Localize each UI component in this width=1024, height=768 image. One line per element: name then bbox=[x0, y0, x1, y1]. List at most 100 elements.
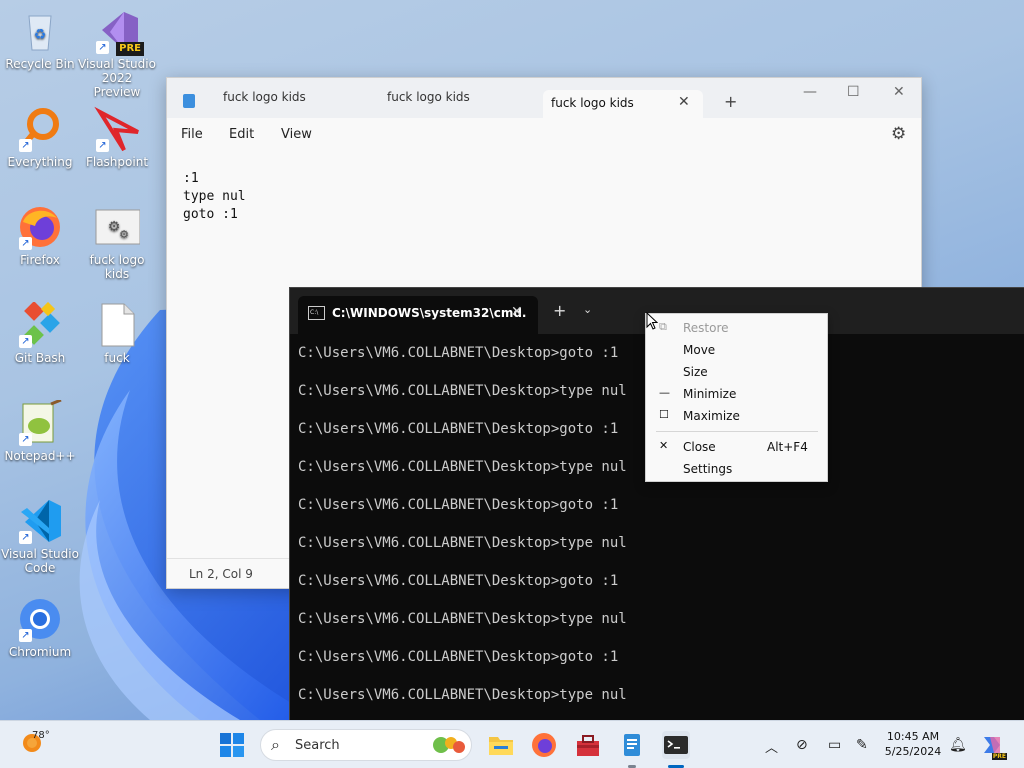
desktop-icon-git-bash[interactable]: ↗ Git Bash bbox=[0, 301, 80, 365]
notepad-menubar: File Edit View ⚙ bbox=[167, 118, 921, 152]
search-icon: ⌕ bbox=[271, 735, 280, 754]
taskbar-toolbox-app[interactable] bbox=[574, 731, 602, 759]
shortcut-arrow-icon: ↗ bbox=[96, 139, 109, 152]
restore-icon: ⧉ bbox=[659, 320, 667, 333]
maximize-icon[interactable]: ☐ bbox=[847, 84, 860, 100]
shortcut-arrow-icon: ↗ bbox=[96, 41, 109, 54]
desktop-icon-notepad-plus-plus[interactable]: ↗ Notepad++ bbox=[0, 398, 80, 463]
notepad-titlebar[interactable]: fuck logo kids fuck logo kids fuck logo … bbox=[167, 78, 921, 118]
taskbar-search-box[interactable]: ⌕ Search bbox=[260, 729, 472, 761]
window-system-menu: ⧉ Restore Move Size — Minimize ☐ Maximiz… bbox=[645, 313, 828, 482]
shortcut-arrow-icon: ↗ bbox=[19, 139, 32, 152]
chevron-down-icon[interactable]: ⌄ bbox=[583, 303, 592, 316]
shortcut-arrow-icon: ↗ bbox=[19, 237, 32, 250]
terminal-tab-cmd[interactable]: C:\ C:\WINDOWS\system32\cmd. bbox=[298, 296, 538, 334]
desktop-icon-file[interactable]: fuck bbox=[77, 302, 157, 365]
menu-item-size[interactable]: Size bbox=[646, 361, 827, 383]
close-shortcut: Alt+F4 bbox=[767, 440, 808, 454]
display-icon[interactable]: ▭ bbox=[828, 737, 841, 753]
shortcut-arrow-icon: ↗ bbox=[19, 335, 32, 348]
recycle-bin-icon: ♻ bbox=[17, 8, 63, 54]
menu-edit[interactable]: Edit bbox=[229, 127, 254, 142]
notepad-status-position: Ln 2, Col 9 bbox=[167, 558, 289, 588]
taskbar-firefox[interactable] bbox=[530, 731, 558, 759]
terminal-line: C:\Users\VM6.COLLABNET\Desktop>goto :1 bbox=[298, 497, 619, 513]
desktop-icon-visual-studio-2022-preview[interactable]: PRE ↗ Visual Studio 2022 Preview bbox=[77, 8, 157, 99]
vscode-icon: ↗ bbox=[17, 498, 63, 544]
desktop-icon-visual-studio-code[interactable]: ↗ Visual Studio Code bbox=[0, 498, 80, 575]
notepad-tab-1[interactable]: fuck logo kids bbox=[223, 90, 306, 104]
close-tab-icon[interactable]: ✕ bbox=[511, 304, 523, 320]
copilot-icon[interactable]: PRE bbox=[980, 733, 1007, 760]
show-hidden-icons-chevron-up-icon[interactable]: ︿ bbox=[765, 737, 778, 756]
menu-file[interactable]: File bbox=[181, 127, 203, 142]
desktop-icon-flashpoint[interactable]: ↗ Flashpoint bbox=[77, 106, 157, 169]
clock-time: 10:45 AM bbox=[886, 730, 940, 743]
pen-settings-icon[interactable]: ✎ bbox=[856, 737, 868, 753]
desktop-icon-chromium[interactable]: ↗ Chromium bbox=[0, 596, 80, 659]
everything-search-icon: ↗ bbox=[17, 106, 63, 152]
desktop-icon-recycle-bin[interactable]: ♻ Recycle Bin bbox=[0, 8, 80, 71]
terminal-line: C:\Users\VM6.COLLABNET\Desktop>goto :1 bbox=[298, 345, 619, 361]
git-bash-icon: ↗ bbox=[17, 301, 63, 348]
desktop-icon-batch-file[interactable]: ⚙ ⚙ fuck logo kids bbox=[77, 204, 157, 281]
start-button[interactable] bbox=[220, 733, 244, 757]
menu-item-minimize[interactable]: — Minimize bbox=[646, 383, 827, 405]
desktop-icon-everything[interactable]: ↗ Everything bbox=[0, 106, 80, 169]
flashpoint-icon: ↗ bbox=[94, 106, 140, 152]
close-icon: ✕ bbox=[659, 439, 669, 452]
notification-bell-icon[interactable]: 🔔︎ bbox=[949, 737, 967, 753]
terminal-line: C:\Users\VM6.COLLABNET\Desktop>type nul bbox=[298, 383, 627, 399]
visual-studio-icon: PRE ↗ bbox=[94, 8, 144, 56]
shortcut-arrow-icon: ↗ bbox=[19, 531, 32, 544]
new-tab-button[interactable]: + bbox=[724, 92, 737, 111]
terminal-line: C:\Users\VM6.COLLABNET\Desktop>goto :1 bbox=[298, 649, 619, 665]
settings-gear-icon[interactable]: ⚙ bbox=[891, 124, 906, 144]
taskbar-file-explorer[interactable] bbox=[487, 731, 515, 759]
notepad-app-icon bbox=[183, 94, 195, 108]
terminal-line: C:\Users\VM6.COLLABNET\Desktop>type nul bbox=[298, 459, 627, 475]
desktop-icon-firefox[interactable]: ↗ Firefox bbox=[0, 204, 80, 267]
blank-file-icon bbox=[94, 302, 140, 348]
notepad-tab-active[interactable]: fuck logo kids ✕ bbox=[543, 90, 703, 118]
menu-item-close[interactable]: ✕ Close Alt+F4 bbox=[646, 436, 827, 458]
terminal-line: C:\Users\VM6.COLLABNET\Desktop>type nul bbox=[298, 611, 627, 627]
menu-item-move[interactable]: Move bbox=[646, 339, 827, 361]
svg-text:⚙: ⚙ bbox=[119, 228, 129, 241]
close-tab-icon[interactable]: ✕ bbox=[678, 94, 690, 110]
menu-item-settings[interactable]: Settings bbox=[646, 458, 827, 480]
notepad-tab-2[interactable]: fuck logo kids bbox=[387, 90, 470, 104]
terminal-line: C:\Users\VM6.COLLABNET\Desktop>type nul bbox=[298, 687, 627, 703]
cmd-icon: C:\ bbox=[308, 306, 325, 320]
close-icon[interactable]: ✕ bbox=[893, 84, 905, 100]
network-disconnected-icon[interactable]: ⊘ bbox=[796, 737, 808, 753]
notepad-text-area[interactable]: :1 type nul goto :1 bbox=[183, 170, 246, 224]
minimize-icon[interactable]: — bbox=[803, 84, 817, 100]
terminal-line: C:\Users\VM6.COLLABNET\Desktop>goto :1 bbox=[298, 421, 619, 437]
menu-item-maximize[interactable]: ☐ Maximize bbox=[646, 405, 827, 427]
svg-text:♻: ♻ bbox=[34, 27, 47, 43]
new-tab-button[interactable]: + bbox=[553, 301, 566, 320]
terminal-tab-title: C:\WINDOWS\system32\cmd. bbox=[332, 306, 527, 320]
copilot-preview-badge: PRE bbox=[991, 753, 1007, 760]
firefox-icon: ↗ bbox=[17, 204, 63, 250]
taskbar-clock[interactable]: 10:45 AM 5/25/2024 bbox=[880, 729, 946, 759]
terminal-output[interactable]: C:\Users\VM6.COLLABNET\Desktop>goto :1 C:… bbox=[298, 334, 627, 720]
taskbar-notepad[interactable] bbox=[618, 731, 646, 759]
notepad-plus-plus-icon: ↗ bbox=[17, 398, 63, 446]
weather-temperature: 78° bbox=[32, 730, 50, 741]
minimize-icon: — bbox=[659, 386, 670, 399]
maximize-icon: ☐ bbox=[659, 408, 669, 421]
menu-separator bbox=[656, 431, 818, 432]
clock-date: 5/25/2024 bbox=[884, 745, 942, 758]
terminal-line: C:\Users\VM6.COLLABNET\Desktop>type nul bbox=[298, 535, 627, 551]
menu-item-restore[interactable]: ⧉ Restore bbox=[646, 317, 827, 339]
mouse-pointer-icon bbox=[646, 311, 659, 334]
taskbar: 78° ⌕ Search ︿ ⊘ ▭ ✎ 10:45 AM 5/25/2024 … bbox=[0, 720, 1024, 768]
shortcut-arrow-icon: ↗ bbox=[19, 433, 32, 446]
shortcut-arrow-icon: ↗ bbox=[19, 629, 32, 642]
search-highlight-icon bbox=[429, 734, 467, 756]
menu-view[interactable]: View bbox=[281, 127, 312, 142]
taskbar-terminal[interactable] bbox=[662, 731, 690, 759]
notepad-tab-3-label: fuck logo kids bbox=[551, 96, 634, 110]
